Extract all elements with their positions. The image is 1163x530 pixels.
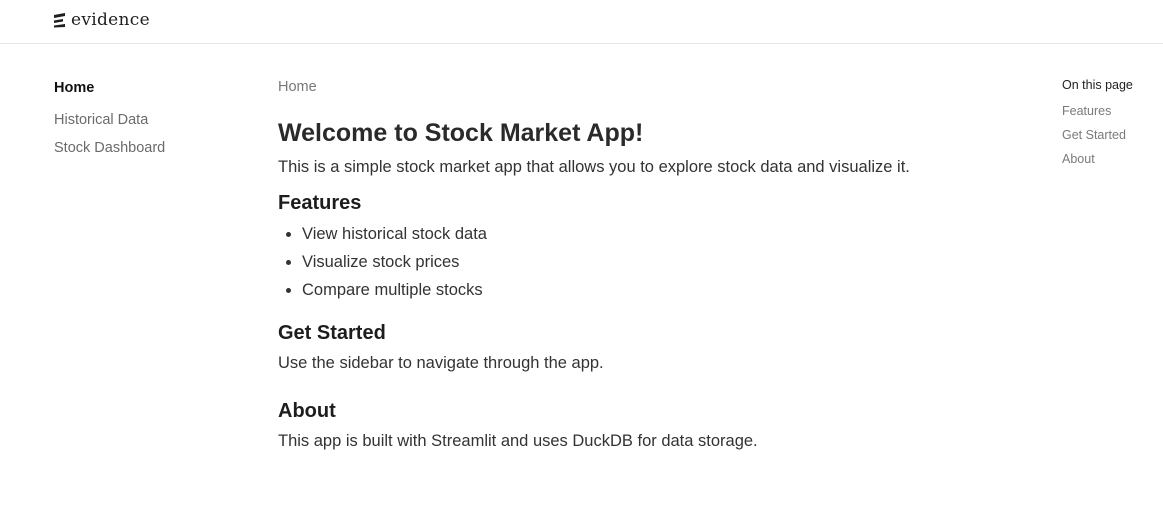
home-logo-link[interactable]: evidence bbox=[53, 10, 150, 30]
toc-title: On this page bbox=[1062, 78, 1133, 92]
sidebar-nav: Home Historical Data Stock Dashboard bbox=[54, 78, 254, 166]
toc-item-about[interactable]: About bbox=[1062, 151, 1162, 175]
list-item: View historical stock data bbox=[286, 220, 1038, 248]
main-content: Home Welcome to Stock Market App! This i… bbox=[278, 78, 1038, 452]
evidence-logo-icon bbox=[54, 13, 65, 28]
list-item: Compare multiple stocks bbox=[286, 276, 1038, 304]
breadcrumb-item-home[interactable]: Home bbox=[278, 79, 317, 95]
get-started-heading: Get Started bbox=[278, 322, 386, 344]
toc-item-features[interactable]: Features bbox=[1062, 103, 1162, 127]
features-list: View historical stock data Visualize sto… bbox=[278, 220, 1038, 304]
list-item: Visualize stock prices bbox=[286, 248, 1038, 276]
sidebar-item-historical-data[interactable]: Historical Data bbox=[54, 110, 254, 138]
features-heading: Features bbox=[278, 192, 362, 214]
sidebar-item-home[interactable]: Home bbox=[54, 78, 254, 110]
page-title: Welcome to Stock Market App! bbox=[278, 119, 644, 147]
get-started-text: Use the sidebar to navigate through the … bbox=[278, 354, 604, 372]
logo-text: evidence bbox=[71, 10, 150, 30]
breadcrumb: Home bbox=[278, 78, 1038, 102]
toc-item-get-started[interactable]: Get Started bbox=[1062, 127, 1162, 151]
intro-text: This is a simple stock market app that a… bbox=[278, 158, 910, 176]
about-text: This app is built with Streamlit and use… bbox=[278, 432, 758, 450]
top-header: evidence bbox=[0, 0, 1163, 44]
sidebar-item-stock-dashboard[interactable]: Stock Dashboard bbox=[54, 138, 254, 166]
about-heading: About bbox=[278, 400, 336, 422]
table-of-contents: On this page Features Get Started About bbox=[1062, 77, 1162, 175]
